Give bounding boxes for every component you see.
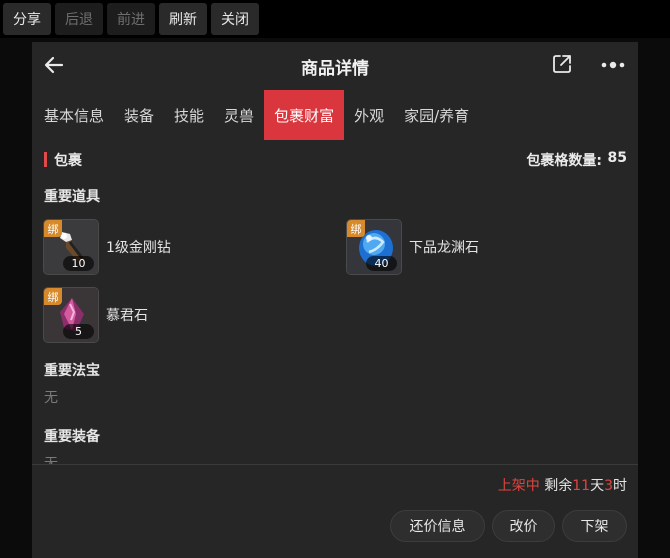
list-item[interactable]: 绑 5 慕君石: [43, 286, 148, 344]
browser-toolbar: 分享 后退 前进 刷新 关闭: [0, 0, 670, 38]
back-button[interactable]: 后退: [55, 3, 103, 35]
pack-count-label: 包裹格数量:: [526, 153, 602, 169]
change-price-button[interactable]: 改价: [492, 510, 555, 542]
listing-status: 上架中 剩余11天3时: [498, 475, 627, 495]
remaining-days: 11: [572, 478, 591, 494]
tab-equipment[interactable]: 装备: [114, 90, 164, 140]
close-button[interactable]: 关闭: [211, 3, 259, 35]
more-dots-icon[interactable]: [600, 55, 626, 75]
quantity-badge: 40: [366, 256, 397, 271]
pack-count-value: 85: [607, 150, 627, 166]
product-detail-panel: 商品详情 基本信息 装备 技能 灵兽 包裹财富 外观 家园/养育 包裹 包裹格数…: [32, 42, 638, 558]
tab-inventory-wealth[interactable]: 包裹财富: [264, 90, 345, 140]
tab-appearance[interactable]: 外观: [344, 90, 394, 140]
important-items-title: 重要道具: [44, 189, 100, 205]
tab-skills[interactable]: 技能: [164, 90, 214, 140]
pack-title: 包裹: [54, 153, 82, 169]
status-badge: 上架中: [497, 478, 540, 494]
refresh-button[interactable]: 刷新: [159, 3, 207, 35]
page-title: 商品详情: [301, 59, 369, 79]
remaining-hours: 3: [604, 478, 613, 494]
item-name: 1级金刚钻: [106, 240, 171, 256]
quantity-badge: 10: [63, 256, 94, 271]
list-item[interactable]: 绑 40 下品龙渊石: [346, 218, 479, 276]
quantity-badge: 5: [63, 324, 94, 339]
purple-crystal-icon: 绑 5: [43, 287, 99, 343]
share-button[interactable]: 分享: [3, 3, 51, 35]
bound-badge: 绑: [347, 220, 365, 237]
important-equipment-title: 重要装备: [44, 429, 100, 445]
bound-badge: 绑: [44, 220, 62, 237]
drill-icon: 绑 10: [43, 219, 99, 275]
tab-bar: 基本信息 装备 技能 灵兽 包裹财富 外观 家园/养育: [32, 90, 638, 140]
delist-button[interactable]: 下架: [562, 510, 627, 542]
bound-badge: 绑: [44, 288, 62, 305]
days-unit: 天: [590, 478, 605, 494]
forward-button[interactable]: 前进: [107, 3, 155, 35]
tab-basic-info[interactable]: 基本信息: [32, 90, 114, 140]
counter-offer-button[interactable]: 还价信息: [390, 510, 485, 542]
important-treasure-value: 无: [44, 390, 58, 406]
item-name: 慕君石: [106, 308, 148, 324]
tab-spirit-beast[interactable]: 灵兽: [214, 90, 264, 140]
hours-unit: 时: [613, 478, 627, 494]
list-item[interactable]: 绑 10 1级金刚钻: [43, 218, 171, 276]
remaining-prefix: 剩余: [544, 478, 573, 494]
item-name: 下品龙渊石: [409, 240, 479, 256]
tab-home-nurture[interactable]: 家园/养育: [394, 90, 479, 140]
blue-dragon-stone-icon: 绑 40: [346, 219, 402, 275]
listing-footer: 上架中 剩余11天3时 还价信息 改价 下架: [32, 464, 638, 558]
external-share-icon[interactable]: [551, 53, 573, 75]
pack-header: 包裹 包裹格数量: 85: [32, 150, 638, 170]
nav-bar: 商品详情: [32, 42, 638, 88]
section-marker: [44, 152, 47, 167]
important-treasure-title: 重要法宝: [44, 363, 100, 379]
